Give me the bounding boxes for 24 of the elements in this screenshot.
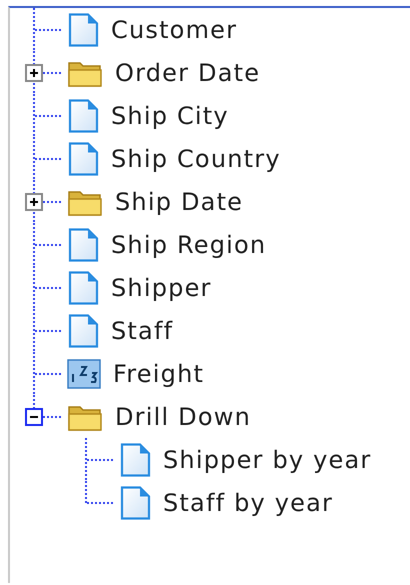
collapse-icon[interactable] (25, 408, 43, 426)
tree-item[interactable]: Order Date (115, 58, 260, 86)
document-icon (67, 270, 99, 304)
document-icon (67, 12, 99, 46)
tree-item[interactable]: Customer (111, 16, 238, 44)
expand-icon[interactable] (25, 64, 43, 82)
document-icon (119, 486, 151, 520)
document-icon (67, 314, 99, 348)
numbers-icon (67, 358, 101, 388)
document-icon (67, 228, 99, 262)
tree-item[interactable]: Drill Down (115, 402, 251, 430)
tree-item[interactable]: Freight (113, 360, 204, 388)
tree-item[interactable]: Ship Region (111, 230, 266, 258)
document-icon (67, 98, 99, 132)
tree-item[interactable]: Staff by year (163, 488, 334, 516)
document-icon (67, 142, 99, 176)
expand-icon[interactable] (25, 193, 43, 211)
tree-item[interactable]: Shipper by year (163, 446, 372, 474)
tree-item[interactable]: Ship City (111, 102, 229, 130)
tree-item[interactable]: Ship Date (115, 188, 244, 216)
tree-item[interactable]: Ship Country (111, 144, 281, 172)
document-icon (119, 442, 151, 476)
tree-item[interactable]: Staff (111, 316, 174, 344)
tree-item[interactable]: Shipper (111, 274, 212, 302)
